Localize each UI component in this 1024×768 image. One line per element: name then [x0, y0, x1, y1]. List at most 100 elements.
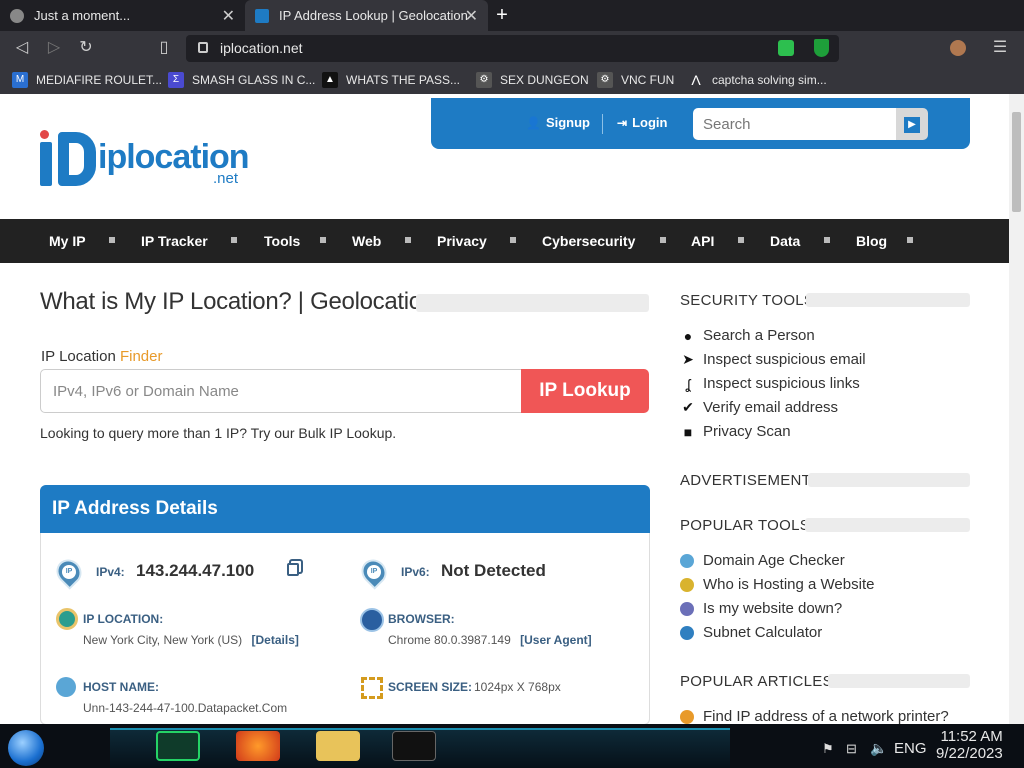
- host-icon: [56, 677, 76, 697]
- bookmark-item[interactable]: ▲ WHATS THE PASS...: [322, 65, 460, 94]
- flag-icon[interactable]: ⚑: [822, 741, 834, 757]
- site-search-input[interactable]: Search: [693, 108, 896, 140]
- nav-separator: [109, 237, 115, 243]
- popular-tool-item[interactable]: Domain Age Checker: [680, 552, 845, 569]
- close-icon[interactable]: ✕: [465, 6, 478, 26]
- nav-web[interactable]: Web: [352, 233, 381, 249]
- nav-ip-tracker[interactable]: IP Tracker: [141, 233, 208, 249]
- extension-icon[interactable]: [778, 40, 794, 56]
- start-button[interactable]: [8, 730, 44, 766]
- divider: [602, 114, 603, 134]
- screen-size-label: SCREEN SIZE:: [388, 680, 473, 694]
- file-explorer-icon[interactable]: [316, 731, 360, 761]
- bookmark-item[interactable]: Λ captcha solving sim...: [688, 65, 826, 94]
- shield-icon[interactable]: [814, 39, 829, 57]
- nav-my-ip[interactable]: My IP: [49, 233, 86, 249]
- sidebar-item-inspect-email[interactable]: ➤ Inspect suspicious email: [680, 351, 865, 368]
- person-icon: ●: [683, 327, 693, 344]
- placeholder-bar: [805, 518, 970, 532]
- popular-tool-item[interactable]: Subnet Calculator: [680, 624, 822, 641]
- ip-lookup-input[interactable]: IPv4, IPv6 or Domain Name: [40, 369, 522, 413]
- play-icon: ▶: [904, 117, 920, 133]
- sidebar-item-privacy-scan[interactable]: ■ Privacy Scan: [680, 423, 791, 440]
- sidebar-item-search-person[interactable]: ● Search a Person: [680, 327, 815, 344]
- tab-ip-lookup[interactable]: IP Address Lookup | Geolocation ✕: [245, 0, 488, 31]
- nav-cybersecurity[interactable]: Cybersecurity: [542, 233, 635, 249]
- advertisement-heading: ADVERTISEMENT: [680, 472, 812, 489]
- ipv6-label: IPv6:: [401, 565, 430, 579]
- popular-tools-heading: POPULAR TOOLS: [680, 517, 811, 534]
- mediafire-icon: M: [12, 71, 28, 88]
- browser-value: Chrome 80.0.3987.149 [User Agent]: [388, 633, 592, 647]
- forward-icon[interactable]: ▷: [44, 38, 64, 58]
- copy-icon[interactable]: [287, 563, 299, 576]
- bookmark-item[interactable]: M MEDIAFIRE ROULET...: [12, 65, 162, 94]
- nav-blog[interactable]: Blog: [856, 233, 887, 249]
- lock-icon: [198, 42, 208, 53]
- nav-separator: [738, 237, 744, 243]
- language-indicator[interactable]: ENG: [894, 740, 927, 757]
- new-tab-button[interactable]: +: [492, 5, 512, 25]
- screen-size-value: 1024px X 768px: [474, 680, 561, 694]
- iplocation-favicon-icon: [255, 8, 269, 23]
- ip-location-value: New York City, New York (US) [Details]: [83, 633, 299, 647]
- bookmark-icon: ⚙: [597, 71, 613, 88]
- firefox-icon[interactable]: [236, 731, 280, 761]
- nav-privacy[interactable]: Privacy: [437, 233, 487, 249]
- article-item[interactable]: Find IP address of a network printer?: [680, 708, 949, 725]
- reload-icon[interactable]: ↻: [76, 38, 96, 58]
- globe-icon: [10, 8, 24, 23]
- website-down-icon: [680, 601, 694, 616]
- placeholder-bar: [808, 473, 970, 487]
- menu-icon[interactable]: ☰: [990, 38, 1010, 58]
- bookmark-page-icon[interactable]: ▯: [154, 38, 174, 58]
- nav-separator: [405, 237, 411, 243]
- placeholder-bar: [416, 294, 649, 312]
- close-icon[interactable]: ✕: [222, 6, 235, 26]
- sidebar-item-inspect-links[interactable]: ʆ Inspect suspicious links: [680, 375, 860, 392]
- nav-data[interactable]: Data: [770, 233, 800, 249]
- nav-separator: [824, 237, 830, 243]
- signup-link[interactable]: 👤 Signup: [526, 115, 590, 130]
- popular-articles-heading: POPULAR ARTICLES: [680, 673, 833, 690]
- clock[interactable]: 11:52 AM 9/22/2023: [936, 728, 1003, 762]
- page-title: What is My IP Location? | Geolocation: [40, 288, 435, 315]
- login-link[interactable]: ⇥ Login: [617, 115, 667, 130]
- volume-icon[interactable]: 🔈: [870, 740, 887, 757]
- popular-tool-item[interactable]: Who is Hosting a Website: [680, 576, 874, 593]
- back-icon[interactable]: ◁: [12, 38, 32, 58]
- sidebar-item-verify-email[interactable]: ✔ Verify email address: [680, 399, 838, 416]
- host-name-label: HOST NAME:: [83, 680, 159, 694]
- search-button[interactable]: ▶: [896, 108, 928, 140]
- tab-just-a-moment[interactable]: Just a moment... ✕: [0, 0, 245, 31]
- nav-tools[interactable]: Tools: [264, 233, 300, 249]
- hook-icon: ʆ: [685, 375, 691, 392]
- clock-time: 11:52 AM: [940, 728, 1003, 745]
- bookmark-item[interactable]: Σ SMASH GLASS IN C...: [168, 65, 315, 94]
- network-icon[interactable]: ⊟: [846, 741, 857, 757]
- location-details-link[interactable]: [Details]: [252, 633, 299, 647]
- ipv6-value: Not Detected: [441, 561, 546, 580]
- paper-plane-icon: ➤: [682, 351, 694, 367]
- hosting-icon: [680, 577, 694, 592]
- popular-tool-item[interactable]: Is my website down?: [680, 600, 842, 617]
- placeholder-bar: [828, 674, 970, 688]
- logo-suffix: .net: [213, 170, 239, 187]
- lock-icon: ■: [683, 423, 693, 440]
- ip-lookup-button[interactable]: IP Lookup: [521, 369, 649, 413]
- bookmark-item[interactable]: ⚙ VNC FUN: [597, 65, 674, 94]
- domain-age-icon: [680, 553, 694, 568]
- spotify-icon[interactable]: [156, 731, 200, 761]
- bookmark-icon: ▲: [322, 71, 338, 88]
- finder-label: IP Location Finder: [41, 348, 163, 365]
- user-agent-link[interactable]: [User Agent]: [520, 633, 592, 647]
- avatar[interactable]: [950, 40, 966, 56]
- nav-api[interactable]: API: [691, 233, 714, 249]
- clock-date: 9/22/2023: [936, 745, 1003, 762]
- scrollbar-thumb[interactable]: [1012, 112, 1021, 212]
- bulk-lookup-text[interactable]: Looking to query more than 1 IP? Try our…: [40, 425, 396, 441]
- tab-title: Just a moment...: [34, 8, 131, 23]
- bookmark-item[interactable]: ⚙ SEX DUNGEON: [476, 65, 589, 94]
- nav-separator: [510, 237, 516, 243]
- terminal-icon[interactable]: [392, 731, 436, 761]
